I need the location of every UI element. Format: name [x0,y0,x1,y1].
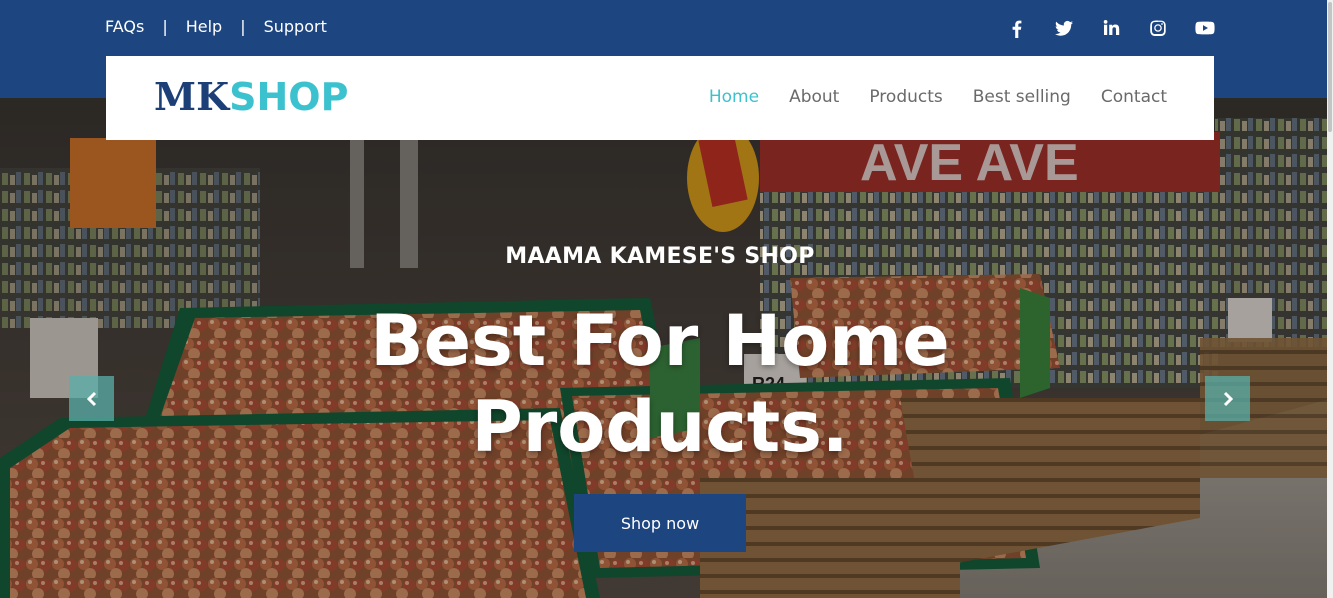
logo-mk: MK [154,74,230,119]
social-links [1007,18,1215,38]
youtube-icon[interactable] [1195,18,1215,38]
page-scrollbar[interactable] [1327,0,1333,598]
twitter-icon[interactable] [1054,18,1074,38]
carousel-prev-button[interactable] [69,376,114,421]
shop-now-button[interactable]: Shop now [574,494,746,552]
nav-menu: Home About Products Best selling Contact [709,87,1167,107]
logo-shop: SHOP [229,75,349,119]
faqs-link[interactable]: FAQs [105,17,144,36]
top-links: FAQs | Help | Support [105,17,327,36]
nav-home[interactable]: Home [709,87,759,107]
hero-title-line2: Products. [471,386,849,468]
site-logo[interactable]: MKSHOP [154,74,349,120]
nav-products[interactable]: Products [869,87,942,107]
hero-title-line1: Best For Home [370,300,950,382]
carousel-next-button[interactable] [1205,376,1250,421]
nav-about[interactable]: About [789,87,839,107]
chevron-right-icon [1223,391,1233,406]
scrollbar-thumb[interactable] [1328,2,1332,132]
support-link[interactable]: Support [264,17,327,36]
hero-subtitle: MAAMA KAMESE'S SHOP [505,244,815,269]
main-navbar: MKSHOP Home About Products Best selling … [106,56,1214,140]
hero-title: Best For Home Products. [0,298,1320,470]
link-separator: | [162,17,168,36]
hero-carousel: AVE AVE R24 MAAMA KAMESE'S SHOP Best For… [0,98,1333,598]
nav-contact[interactable]: Contact [1101,87,1167,107]
nav-best-selling[interactable]: Best selling [973,87,1071,107]
link-separator: | [240,17,246,36]
facebook-icon[interactable] [1007,18,1027,38]
chevron-left-icon [86,391,96,406]
linkedin-icon[interactable] [1101,18,1121,38]
instagram-icon[interactable] [1148,18,1168,38]
help-link[interactable]: Help [186,17,222,36]
